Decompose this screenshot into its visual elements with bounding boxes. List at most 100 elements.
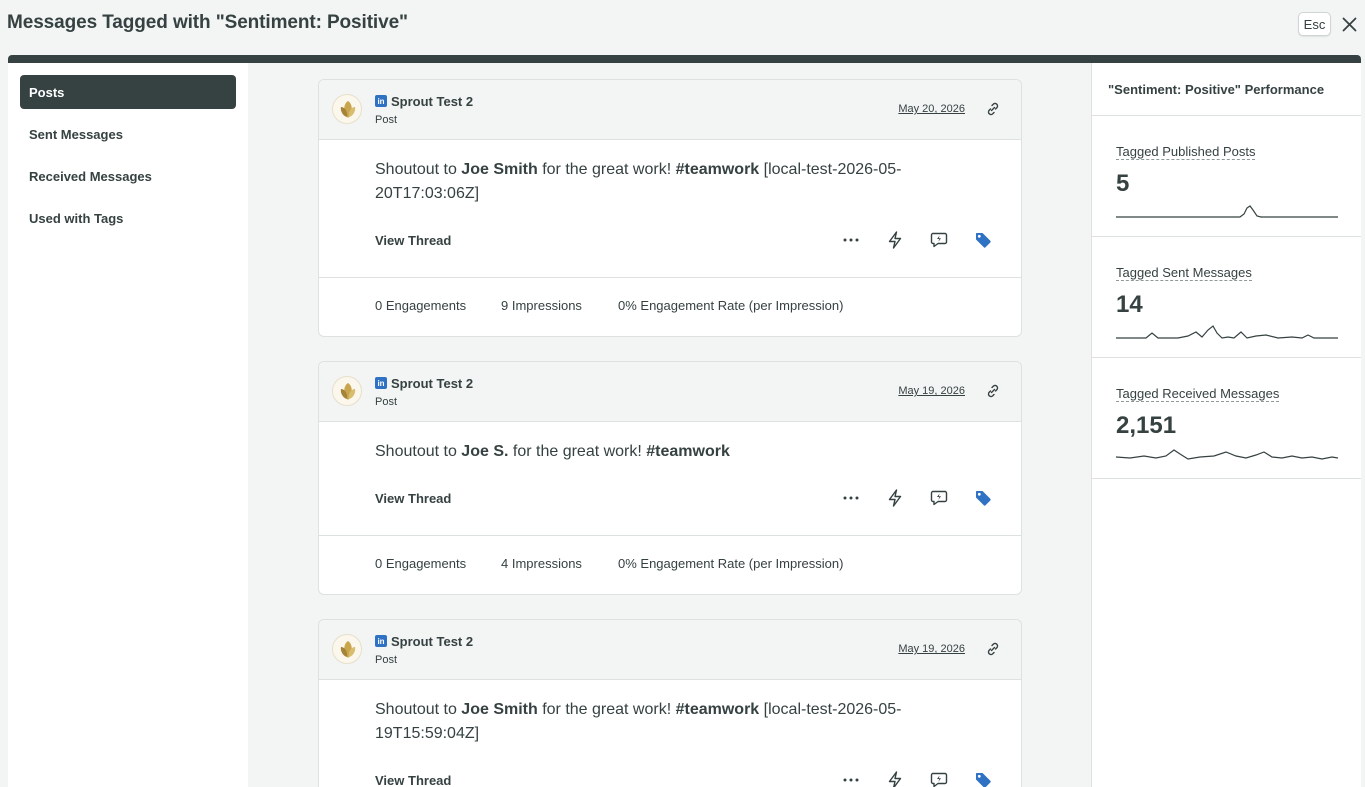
account-name[interactable]: Sprout Test 2 bbox=[391, 634, 473, 649]
view-thread-button[interactable]: View Thread bbox=[375, 773, 451, 787]
boost-button[interactable] bbox=[885, 770, 905, 787]
stat-tagged-sent-messages: Tagged Sent Messages 14 bbox=[1092, 237, 1361, 358]
reply-button[interactable] bbox=[929, 488, 949, 508]
sidebar-item-sent-messages[interactable]: Sent Messages bbox=[20, 117, 236, 151]
post-text-part: Shoutout to bbox=[375, 161, 462, 178]
sidebar-item-posts[interactable]: Posts bbox=[20, 75, 236, 109]
mention: Joe S. bbox=[461, 443, 509, 460]
view-thread-button[interactable]: View Thread bbox=[375, 491, 451, 506]
post-card: in Sprout Test 2 Post May 19, 2026 Shout… bbox=[318, 619, 1022, 787]
post-metrics: 0 Engagements 9 Impressions 0% Engagemen… bbox=[319, 278, 1021, 336]
stat-label[interactable]: Tagged Sent Messages bbox=[1116, 265, 1252, 281]
chat-bolt-icon bbox=[930, 490, 948, 506]
stat-value: 14 bbox=[1116, 291, 1143, 318]
avatar bbox=[332, 94, 362, 124]
leaf-logo-icon bbox=[340, 383, 356, 400]
tag-button[interactable] bbox=[973, 770, 993, 787]
post-text-part: for the great work! bbox=[508, 443, 647, 460]
post-card: in Sprout Test 2 Post May 19, 2026 Shout… bbox=[318, 361, 1022, 595]
post-actions: View Thread bbox=[319, 486, 1021, 536]
impressions-count: 4 Impressions bbox=[501, 556, 582, 571]
sparkline bbox=[1116, 205, 1338, 218]
leaf-logo-icon bbox=[340, 641, 356, 658]
post-card-header: in Sprout Test 2 Post May 19, 2026 bbox=[319, 620, 1021, 680]
hashtag: #teamwork bbox=[646, 443, 730, 460]
post-type: Post bbox=[375, 114, 398, 126]
post-date-link[interactable]: May 19, 2026 bbox=[898, 385, 965, 397]
more-horizontal-icon bbox=[843, 778, 859, 782]
post-text-part: for the great work! bbox=[537, 161, 676, 178]
post-type: Post bbox=[375, 654, 398, 666]
mention: Joe Smith bbox=[461, 161, 538, 178]
tag-icon bbox=[976, 491, 991, 506]
post-actions: View Thread bbox=[319, 228, 1021, 278]
more-horizontal-icon bbox=[843, 496, 859, 500]
linkedin-icon: in bbox=[375, 635, 387, 647]
stat-tagged-published-posts: Tagged Published Posts 5 bbox=[1092, 116, 1361, 237]
stat-tagged-received-messages: Tagged Received Messages 2,151 bbox=[1092, 358, 1361, 479]
sparkline bbox=[1116, 449, 1338, 460]
modal-panel: Posts Sent Messages Received Messages Us… bbox=[8, 55, 1361, 787]
post-text-part: Shoutout to bbox=[375, 701, 462, 718]
post-metrics: 0 Engagements 4 Impressions 0% Engagemen… bbox=[319, 536, 1021, 594]
engagements-count: 0 Engagements bbox=[375, 298, 467, 313]
link-icon bbox=[987, 642, 999, 656]
post-text: Shoutout to Joe Smith for the great work… bbox=[319, 680, 1021, 768]
more-button[interactable] bbox=[841, 488, 861, 508]
close-icon bbox=[1342, 17, 1357, 32]
account-name[interactable]: Sprout Test 2 bbox=[391, 376, 473, 391]
post-card: in Sprout Test 2 Post May 20, 2026 Shout… bbox=[318, 79, 1022, 337]
more-horizontal-icon bbox=[843, 238, 859, 242]
account-name[interactable]: Sprout Test 2 bbox=[391, 94, 473, 109]
permalink-button[interactable] bbox=[985, 383, 1001, 399]
post-date-link[interactable]: May 20, 2026 bbox=[898, 103, 965, 115]
more-button[interactable] bbox=[841, 770, 861, 787]
post-text-part: Shoutout to bbox=[375, 443, 462, 460]
post-card-header: in Sprout Test 2 Post May 19, 2026 bbox=[319, 362, 1021, 422]
performance-title: "Sentiment: Positive" Performance bbox=[1092, 63, 1361, 116]
post-card-header: in Sprout Test 2 Post May 20, 2026 bbox=[319, 80, 1021, 140]
esc-button[interactable]: Esc bbox=[1298, 12, 1331, 36]
avatar bbox=[332, 634, 362, 664]
leaf-logo-icon bbox=[340, 101, 356, 118]
post-feed[interactable]: in Sprout Test 2 Post May 20, 2026 Shout… bbox=[248, 63, 1091, 787]
impressions-count: 9 Impressions bbox=[501, 298, 582, 313]
post-date-link[interactable]: May 19, 2026 bbox=[898, 643, 965, 655]
tag-button[interactable] bbox=[973, 230, 993, 250]
more-button[interactable] bbox=[841, 230, 861, 250]
close-button[interactable] bbox=[1339, 14, 1360, 35]
post-text: Shoutout to Joe Smith for the great work… bbox=[319, 140, 1021, 228]
reply-button[interactable] bbox=[929, 230, 949, 250]
lightning-icon bbox=[888, 231, 902, 249]
boost-button[interactable] bbox=[885, 488, 905, 508]
post-text: Shoutout to Joe S. for the great work! #… bbox=[319, 422, 1021, 486]
avatar bbox=[332, 376, 362, 406]
linkedin-icon: in bbox=[375, 95, 387, 107]
stat-label[interactable]: Tagged Published Posts bbox=[1116, 144, 1256, 160]
post-text-part: for the great work! bbox=[537, 701, 676, 718]
permalink-button[interactable] bbox=[985, 641, 1001, 657]
post-actions: View Thread bbox=[319, 768, 1021, 787]
engagements-count: 0 Engagements bbox=[375, 556, 467, 571]
sidebar: Posts Sent Messages Received Messages Us… bbox=[8, 63, 248, 787]
link-icon bbox=[987, 384, 999, 398]
engagement-rate: 0% Engagement Rate (per Impression) bbox=[618, 298, 844, 313]
view-thread-button[interactable]: View Thread bbox=[375, 233, 451, 248]
sidebar-item-used-with-tags[interactable]: Used with Tags bbox=[20, 201, 236, 235]
sparkline bbox=[1116, 325, 1338, 339]
post-type: Post bbox=[375, 396, 398, 408]
boost-button[interactable] bbox=[885, 230, 905, 250]
stat-value: 5 bbox=[1116, 170, 1130, 197]
lightning-icon bbox=[888, 489, 902, 507]
stat-label[interactable]: Tagged Received Messages bbox=[1116, 386, 1280, 402]
tag-button[interactable] bbox=[973, 488, 993, 508]
permalink-button[interactable] bbox=[985, 101, 1001, 117]
sidebar-item-received-messages[interactable]: Received Messages bbox=[20, 159, 236, 193]
performance-panel: "Sentiment: Positive" Performance Tagged… bbox=[1091, 63, 1361, 787]
tag-icon bbox=[976, 773, 991, 787]
modal-header: Messages Tagged with "Sentiment: Positiv… bbox=[0, 0, 1365, 55]
chat-bolt-icon bbox=[930, 772, 948, 787]
hashtag: #teamwork bbox=[675, 161, 760, 178]
reply-button[interactable] bbox=[929, 770, 949, 787]
tag-icon bbox=[976, 233, 991, 248]
